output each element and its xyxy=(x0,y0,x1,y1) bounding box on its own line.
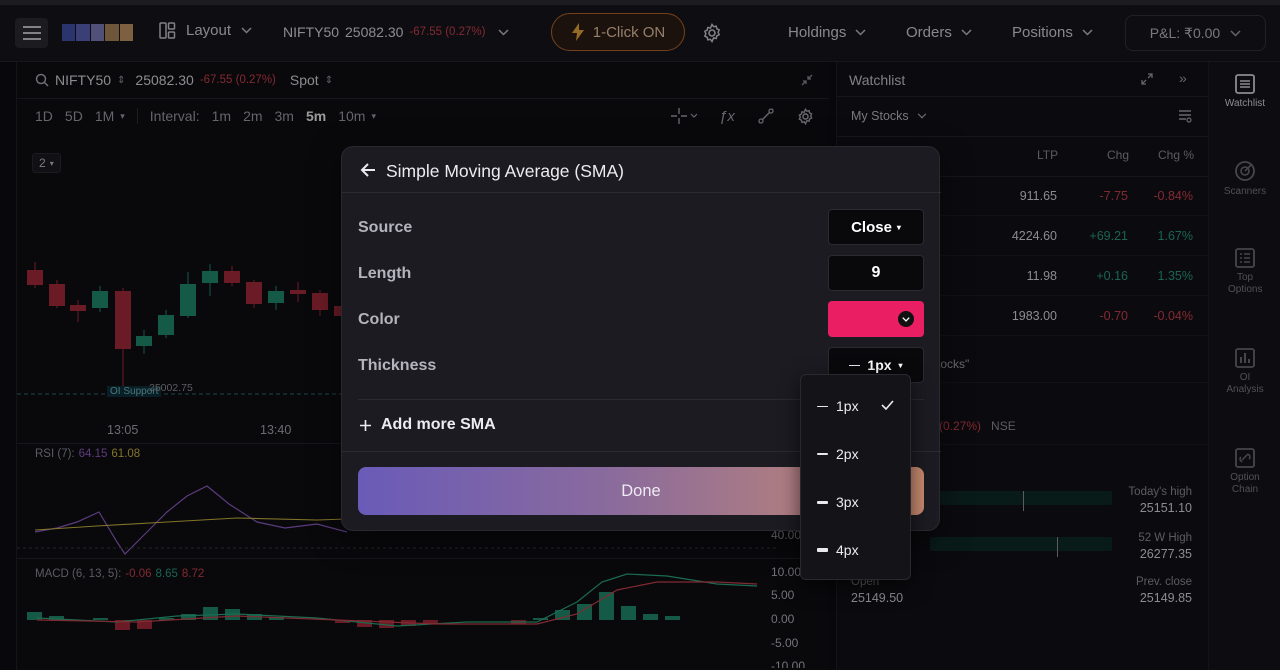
add-more-sma-button[interactable]: Add more SMA xyxy=(360,416,496,434)
line-weight-icon xyxy=(849,364,861,366)
plus-icon xyxy=(360,419,371,431)
source-value: Close xyxy=(851,218,892,236)
line-weight-icon xyxy=(817,453,828,455)
thickness-option-2px[interactable]: 2px xyxy=(801,430,912,478)
thickness-option-4px[interactable]: 4px xyxy=(801,526,912,574)
color-picker-chevron xyxy=(898,311,914,327)
arrow-left-icon xyxy=(360,163,375,177)
divider xyxy=(342,192,941,193)
thickness-dropdown: 1px 2px 3px 4px xyxy=(800,374,911,580)
line-weight-icon xyxy=(817,548,828,552)
thickness-option-1px[interactable]: 1px xyxy=(801,382,912,430)
length-input[interactable]: 9 xyxy=(828,255,924,291)
thickness-option-3px[interactable]: 3px xyxy=(801,478,912,526)
caret-down-icon: ▾ xyxy=(896,222,901,232)
dialog-title: Simple Moving Average (SMA) xyxy=(386,161,624,181)
color-picker[interactable] xyxy=(828,301,924,337)
thickness-value: 1px xyxy=(867,357,892,373)
thickness-label: Thickness xyxy=(358,357,437,374)
caret-down-icon: ▾ xyxy=(898,360,903,370)
color-label: Color xyxy=(358,311,400,328)
chevron-down-icon xyxy=(902,316,910,322)
option-label: 2px xyxy=(836,446,859,462)
line-weight-icon xyxy=(817,405,828,407)
line-weight-icon xyxy=(817,500,828,504)
source-label: Source xyxy=(358,219,413,236)
option-label: 3px xyxy=(836,494,859,510)
option-label: 1px xyxy=(836,398,859,414)
back-button[interactable] xyxy=(360,162,376,178)
source-select[interactable]: Close ▾ xyxy=(828,209,924,245)
option-label: 4px xyxy=(836,542,859,558)
check-icon xyxy=(881,400,894,410)
length-label: Length xyxy=(358,265,412,282)
add-more-label: Add more SMA xyxy=(381,416,496,433)
